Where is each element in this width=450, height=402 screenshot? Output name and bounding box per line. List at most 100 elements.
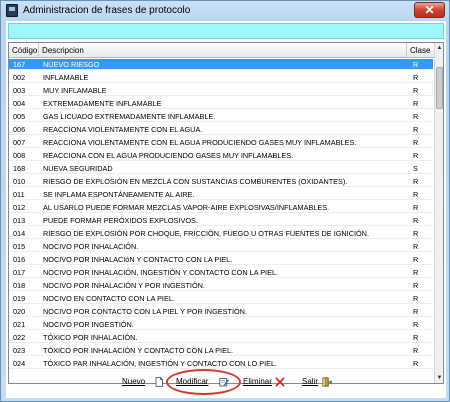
cell-description: SE INFLAMA ESPONTÁNEAMENTE AL AIRE. xyxy=(43,190,195,199)
table-row[interactable]: 023 TÓXICO POR INHALACIÓN Y CONTACTO CON … xyxy=(9,345,433,356)
cell-description: AL USARLO PUEDE FORMAR MEZCLAS VAPOR-AIR… xyxy=(43,203,330,212)
cell-clase: R xyxy=(413,255,419,264)
search-input[interactable] xyxy=(8,23,444,39)
cell-clase: R xyxy=(413,99,419,108)
vertical-scrollbar[interactable]: ▲ ▼ xyxy=(434,43,443,383)
close-button[interactable]: ✕ xyxy=(414,2,445,18)
cell-description: REACCIONA VIOLENTAMENTE CON EL AGUA PROD… xyxy=(43,138,357,147)
cell-description: RIESGO DE EXPLOSIÓN EN MEZCLA CON SUSTAN… xyxy=(43,177,348,186)
table-row[interactable]: 003 MUY INFLAMABLE R xyxy=(9,85,433,96)
app-icon xyxy=(6,4,18,17)
table-row[interactable]: 021 NOCIVO POR INGESTIÓN. R xyxy=(9,319,433,330)
cell-description: NOCIVO POR INHALACIóN Y CONTACTO CON LA … xyxy=(43,255,233,264)
cell-code: 002 xyxy=(13,73,26,82)
cell-code: 168 xyxy=(13,164,26,173)
cell-clase: R xyxy=(413,307,419,316)
table-row[interactable]: 007 REACCIONA VIOLENTAMENTE CON EL AGUA P… xyxy=(9,137,433,148)
table-row[interactable]: 167 NUEVO RIESGO R xyxy=(9,59,433,70)
table-row[interactable]: 168 NUEVA SEGURIDAD S xyxy=(9,163,433,174)
title-bar[interactable]: Administracion de frases de protocolo ✕ xyxy=(1,1,449,21)
app-window: Administracion de frases de protocolo ✕ … xyxy=(0,0,450,402)
cell-clase: R xyxy=(413,60,419,69)
table-row[interactable]: 022 TÓXICO POR INHALACIÓN. R xyxy=(9,332,433,343)
table-header: Código Descripcion Clase xyxy=(9,43,443,58)
column-header-clase[interactable]: Clase xyxy=(407,43,433,58)
table-row[interactable]: 020 NOCIVO POR CONTACTO CON LA PIEL Y POR… xyxy=(9,306,433,317)
modificar-button[interactable]: Modificar xyxy=(176,374,234,390)
cell-description: NUEVO RIESGO xyxy=(43,60,100,69)
cell-clase: R xyxy=(413,216,419,225)
cell-code: 024 xyxy=(13,359,26,368)
cell-description: INFLAMABLE xyxy=(43,73,89,82)
table-row[interactable]: 015 NOCIVO POR INHALACIÓN. R xyxy=(9,241,433,252)
cell-code: 022 xyxy=(13,333,26,342)
table-row[interactable]: 024 TÓXICO PAR INHALACIÓN, INGESTIÓN Y CO… xyxy=(9,358,433,369)
cell-code: 020 xyxy=(13,307,26,316)
cell-code: 006 xyxy=(13,125,26,134)
eliminar-button[interactable]: Eliminar xyxy=(243,374,291,390)
scroll-thumb[interactable] xyxy=(436,67,443,109)
cell-code: 012 xyxy=(13,203,26,212)
table-row[interactable]: 008 REACCIONA CON EL AGUA PRODUCIENDO GAS… xyxy=(9,150,433,161)
cell-code: 167 xyxy=(13,60,26,69)
column-header-code[interactable]: Código xyxy=(9,43,39,58)
table-row[interactable]: 011 SE INFLAMA ESPONTÁNEAMENTE AL AIRE. R xyxy=(9,189,433,200)
cell-description: GAS LICUADO EXTREMADAMENTE INFLAMABLE. xyxy=(43,112,216,121)
cell-code: 005 xyxy=(13,112,26,121)
cell-clase: R xyxy=(413,112,419,121)
cell-description: EXTREMADAMENTE INFLAMABLE xyxy=(43,99,162,108)
cell-clase: R xyxy=(413,151,419,160)
salir-button[interactable]: Salir xyxy=(302,374,342,390)
scroll-up-icon[interactable]: ▲ xyxy=(435,43,443,53)
table-row[interactable]: 016 NOCIVO POR INHALACIóN Y CONTACTO CON … xyxy=(9,254,433,265)
table-row[interactable]: 013 PUEDE FORMAR PERÓXIDOS EXPLOSIVOS. R xyxy=(9,215,433,226)
table-row[interactable]: 010 RIESGO DE EXPLOSIÓN EN MEZCLA CON SUS… xyxy=(9,176,433,187)
cell-code: 010 xyxy=(13,177,26,186)
cell-code: 003 xyxy=(13,86,26,95)
cell-code: 011 xyxy=(13,190,25,199)
cell-code: 016 xyxy=(13,255,26,264)
cell-description: TÓXICO POR INHALACIÓN Y CONTACTO CON LA … xyxy=(43,346,234,355)
cell-clase: R xyxy=(413,125,419,134)
table-row[interactable]: 012 AL USARLO PUEDE FORMAR MEZCLAS VAPOR-… xyxy=(9,202,433,213)
cell-clase: R xyxy=(413,229,419,238)
cell-description: MUY INFLAMABLE xyxy=(43,86,107,95)
cell-clase: R xyxy=(413,86,419,95)
cell-description: NOCIVO POR INHALACIÓN, INGESTIÓN Y CONTA… xyxy=(43,268,279,277)
cell-code: 015 xyxy=(13,242,26,251)
window-title: Administracion de frases de protocolo xyxy=(23,5,191,16)
action-toolbar: Nuevo Modificar Eliminar Salir xyxy=(6,369,446,397)
table-row[interactable]: 005 GAS LICUADO EXTREMADAMENTE INFLAMABLE… xyxy=(9,111,433,122)
delete-x-icon xyxy=(275,377,285,387)
cell-description: REACCIONA VIOLENTAMENTE CON EL AGUA. xyxy=(43,125,203,134)
cell-clase: R xyxy=(413,294,419,303)
cell-clase: R xyxy=(413,242,419,251)
table-row[interactable]: 002 INFLAMABLE R xyxy=(9,72,433,83)
cell-clase: R xyxy=(413,73,419,82)
cell-description: NOCIVO EN CONTACTO CON LA PIEL. xyxy=(43,294,175,303)
cell-clase: R xyxy=(413,333,419,342)
cell-description: REACCIONA CON EL AGUA PRODUCIENDO GASES … xyxy=(43,151,294,160)
table-row[interactable]: 017 NOCIVO POR INHALACIÓN, INGESTIÓN Y CO… xyxy=(9,267,433,278)
phrases-table: Código Descripcion Clase 167 NUEVO RIESGO… xyxy=(8,42,444,384)
cell-code: 013 xyxy=(13,216,26,225)
table-row[interactable]: 018 NOCIVO POR INHALACIÓN Y POR INGESTIÓN… xyxy=(9,280,433,291)
table-row[interactable]: 019 NOCIVO EN CONTACTO CON LA PIEL. R xyxy=(9,293,433,304)
cell-clase: R xyxy=(413,177,419,186)
cell-code: 007 xyxy=(13,138,26,147)
eliminar-label: Eliminar xyxy=(243,377,272,386)
nuevo-button[interactable]: Nuevo xyxy=(122,374,168,390)
table-row[interactable]: 014 RIESGO DE EXPLOSIÓN POR CHOQUE, FRICC… xyxy=(9,228,433,239)
cell-code: 021 xyxy=(13,320,26,329)
modificar-label: Modificar xyxy=(176,377,209,386)
cell-description: NOCIVO POR INHALACIÓN Y POR INGESTIÓN. xyxy=(43,281,205,290)
cell-code: 014 xyxy=(13,229,26,238)
table-row[interactable]: 006 REACCIONA VIOLENTAMENTE CON EL AGUA. R xyxy=(9,124,433,135)
cell-clase: R xyxy=(413,268,419,277)
exit-door-icon xyxy=(322,377,332,387)
salir-label: Salir xyxy=(302,377,319,386)
cell-clase: R xyxy=(413,190,419,199)
cell-clase: R xyxy=(413,359,419,368)
table-row[interactable]: 004 EXTREMADAMENTE INFLAMABLE R xyxy=(9,98,433,109)
column-header-description[interactable]: Descripcion xyxy=(39,43,407,58)
